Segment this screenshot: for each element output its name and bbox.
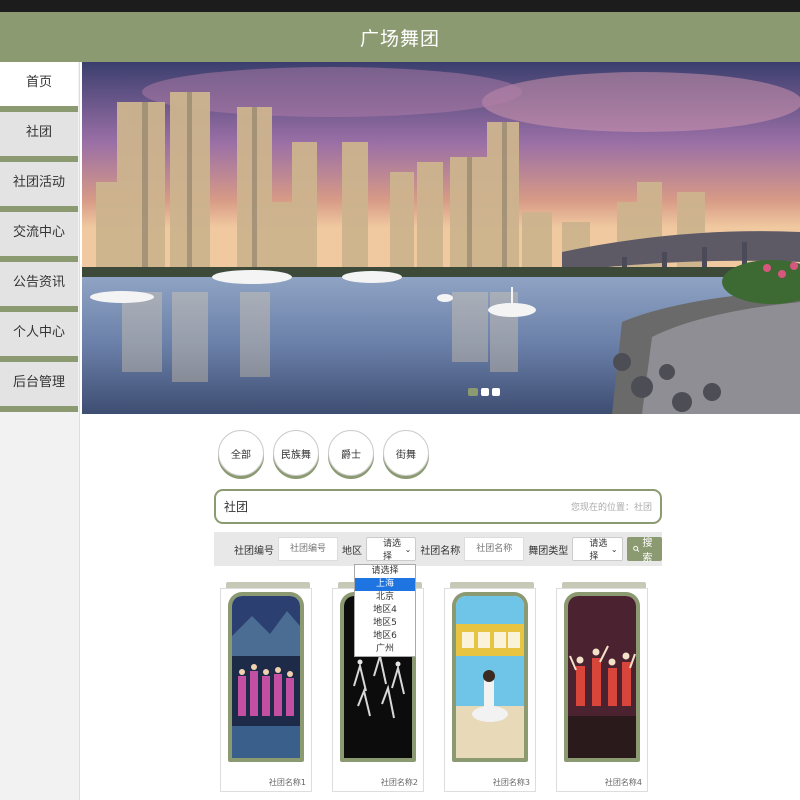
filter-folk-dance-button[interactable]: 民族舞 bbox=[273, 430, 319, 476]
club-name-label: 社团名称 bbox=[420, 545, 461, 557]
window-top-strip bbox=[0, 0, 800, 12]
region-option[interactable]: 地区5 bbox=[355, 617, 415, 630]
club-card[interactable]: 社团名称4 bbox=[556, 582, 648, 792]
section-title: 社团 bbox=[224, 500, 249, 514]
breadcrumb: 您现在的位置：社团 bbox=[570, 503, 652, 513]
club-card-list: 社团名称1 社团名称2 社团名称3 社团名称4 bbox=[220, 582, 648, 792]
carousel-dots bbox=[468, 388, 500, 396]
sidebar-item-news[interactable]: 公告资讯 bbox=[0, 262, 78, 312]
filter-jazz-button[interactable]: 爵士 bbox=[328, 430, 374, 476]
club-name: 社团名称1 bbox=[268, 778, 306, 787]
site-header: 广场舞团 bbox=[0, 12, 800, 62]
search-button-label: 搜索 bbox=[642, 538, 653, 564]
chevron-down-icon: ⌄ bbox=[610, 544, 618, 554]
dance-type-select-value: 请选择 bbox=[589, 539, 608, 562]
club-name: 社团名称4 bbox=[604, 778, 642, 787]
chevron-down-icon: ⌄ bbox=[404, 544, 412, 554]
sidebar-item-label: 社团 bbox=[25, 124, 52, 140]
club-photo bbox=[228, 592, 304, 762]
region-option[interactable]: 北京 bbox=[355, 591, 415, 604]
region-option[interactable]: 地区4 bbox=[355, 604, 415, 617]
region-option[interactable]: 广州 bbox=[355, 643, 415, 656]
sidebar-item-admin[interactable]: 后台管理 bbox=[0, 362, 78, 412]
club-card[interactable]: 社团名称3 bbox=[444, 582, 536, 792]
sidebar-item-label: 首页 bbox=[25, 74, 52, 90]
club-photo bbox=[452, 592, 528, 762]
club-name-input[interactable] bbox=[464, 537, 525, 561]
carousel-dot[interactable] bbox=[492, 388, 500, 396]
sidebar-item-label: 社团活动 bbox=[12, 174, 65, 190]
sidebar-item-club[interactable]: 社团 bbox=[0, 112, 78, 162]
dance-type-label: 舞团类型 bbox=[528, 545, 569, 557]
location-bar: 社团 您现在的位置：社团 bbox=[214, 489, 662, 524]
banner-image bbox=[82, 62, 800, 414]
carousel-dot[interactable] bbox=[468, 388, 478, 396]
search-form: 社团编号 地区 请选择 ⌄ 社团名称 舞团类型 请选择 ⌄ 搜索 bbox=[214, 532, 662, 566]
club-card[interactable]: 社团名称1 bbox=[220, 582, 312, 792]
region-select[interactable]: 请选择 ⌄ bbox=[366, 537, 417, 562]
region-dropdown: 请选择 上海 北京 地区4 地区5 地区6 广州 bbox=[354, 564, 416, 657]
sidebar-item-label: 后台管理 bbox=[12, 374, 65, 390]
sidebar-item-profile[interactable]: 个人中心 bbox=[0, 312, 78, 362]
region-select-value: 请选择 bbox=[383, 539, 402, 562]
region-label: 地区 bbox=[342, 545, 362, 557]
club-code-label: 社团编号 bbox=[234, 545, 274, 557]
club-code-input[interactable] bbox=[278, 537, 338, 561]
sidebar-item-club-activities[interactable]: 社团活动 bbox=[0, 162, 78, 212]
sidebar-item-label: 公告资讯 bbox=[12, 274, 65, 290]
club-name: 社团名称2 bbox=[380, 778, 418, 787]
banner-carousel[interactable] bbox=[82, 62, 800, 414]
filter-all-button[interactable]: 全部 bbox=[218, 430, 264, 476]
sidebar: 首页 社团 社团活动 交流中心 公告资讯 个人中心 后台管理 bbox=[0, 62, 80, 800]
region-option[interactable]: 请选择 bbox=[355, 565, 415, 578]
sidebar-item-forum[interactable]: 交流中心 bbox=[0, 212, 78, 262]
category-filters: 全部 民族舞 爵士 街舞 bbox=[218, 430, 429, 476]
sidebar-item-label: 交流中心 bbox=[12, 224, 65, 240]
carousel-dot[interactable] bbox=[481, 388, 489, 396]
club-name: 社团名称3 bbox=[492, 778, 530, 787]
dance-type-select[interactable]: 请选择 ⌄ bbox=[572, 537, 623, 562]
sidebar-item-home[interactable]: 首页 bbox=[0, 62, 78, 112]
site-title: 广场舞团 bbox=[359, 27, 440, 50]
sidebar-item-label: 个人中心 bbox=[12, 324, 65, 340]
region-option[interactable]: 地区6 bbox=[355, 630, 415, 643]
filter-street-dance-button[interactable]: 街舞 bbox=[383, 430, 429, 476]
search-icon bbox=[632, 545, 640, 553]
club-photo bbox=[564, 592, 640, 762]
region-option-highlighted[interactable]: 上海 bbox=[355, 578, 415, 591]
search-button[interactable]: 搜索 bbox=[626, 537, 662, 564]
